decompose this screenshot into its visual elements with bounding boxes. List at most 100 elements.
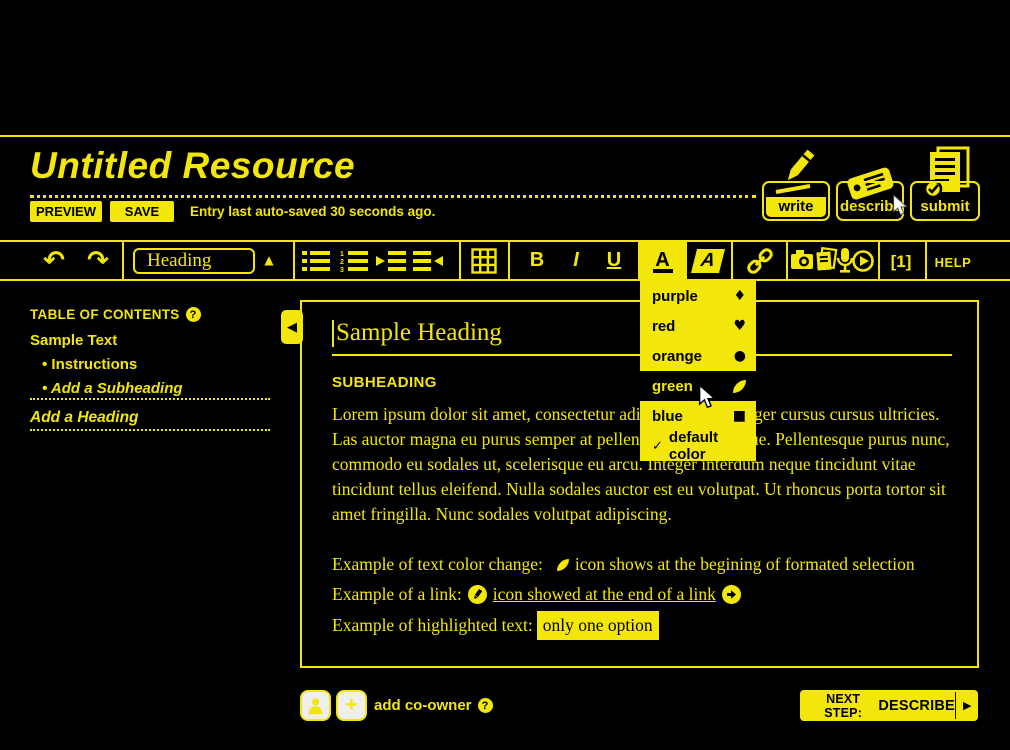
toc-item-instructions[interactable]: Instructions: [42, 356, 137, 373]
outdent-button[interactable]: [411, 247, 445, 275]
bullet-list-button[interactable]: [299, 247, 333, 275]
toc-divider: [30, 429, 270, 431]
add-co-owner-row[interactable]: add co-owner ?: [374, 697, 493, 714]
app-window: Untitled Resource PREVIEW SAVE Entry las…: [0, 0, 1010, 750]
toolbar-divider: [508, 242, 510, 279]
pencil-circle-icon: [468, 585, 487, 604]
editor-toolbar: ↶ ↷ Heading ▲ 1 2 3: [0, 240, 1010, 281]
pages-icon: [816, 248, 836, 270]
person-icon: [306, 696, 325, 715]
tab-submit[interactable]: submit: [910, 146, 980, 222]
text-color-label: A: [655, 249, 669, 271]
diamond-icon: ♦: [733, 289, 746, 303]
insert-link-button[interactable]: [738, 247, 782, 275]
color-option-red[interactable]: red ♥: [640, 311, 756, 341]
color-option-green[interactable]: green: [640, 371, 756, 401]
help-button[interactable]: HELP: [931, 253, 975, 271]
leaf-icon: [733, 380, 746, 393]
tab-describe-label: describe: [840, 197, 900, 217]
next-step-action: DESCRIBE: [878, 698, 955, 714]
header-actions: PREVIEW SAVE Entry last auto-saved 30 se…: [30, 201, 435, 222]
toc-title: TABLE OF CONTENTS: [30, 307, 180, 322]
insert-table-button[interactable]: [467, 247, 501, 275]
highlight-label: A: [700, 250, 717, 272]
numbered-list-icon: 1 2 3: [340, 250, 368, 272]
color-option-label: green: [652, 378, 693, 395]
toc-item-sample-text[interactable]: Sample Text: [30, 332, 117, 349]
tab-submit-box: submit: [910, 181, 980, 221]
example-color-line: Example of text color change: icon shows…: [332, 551, 954, 578]
play-arrow-icon: ▶: [956, 699, 978, 712]
bullet-list-icon: [302, 250, 330, 272]
tab-write-label: write: [766, 197, 826, 217]
square-icon: ■: [733, 409, 746, 423]
color-option-label: purple: [652, 288, 698, 305]
footnote-button[interactable]: [1]: [883, 249, 919, 275]
svg-text:1: 1: [340, 251, 344, 258]
text-color-menu: purple ♦ red ♥ orange ● green blue ■ ✓ d…: [640, 281, 756, 461]
chevron-up-icon[interactable]: ▲: [259, 251, 279, 269]
collapse-sidebar-button[interactable]: ◀: [281, 310, 303, 344]
undo-button[interactable]: ↶: [36, 243, 72, 278]
color-option-default[interactable]: ✓ default color: [640, 431, 756, 461]
text-cursor: [332, 320, 334, 347]
owner-avatar-button[interactable]: [300, 690, 331, 721]
toolbar-divider: [878, 242, 880, 279]
link-icon: [745, 246, 775, 276]
add-owner-button[interactable]: +: [336, 690, 367, 721]
insert-media-button[interactable]: [790, 247, 876, 275]
example-link-line: Example of a link: icon showed at the en…: [332, 581, 954, 608]
toc-help-icon[interactable]: ?: [186, 307, 201, 322]
color-option-label: orange: [652, 348, 702, 365]
paragraph-style-select[interactable]: Heading: [133, 248, 255, 274]
color-option-blue[interactable]: blue ■: [640, 401, 756, 431]
example-highlight-label: Example of highlighted text:: [332, 612, 533, 639]
page-title[interactable]: Untitled Resource: [30, 146, 756, 186]
toolbar-divider: [786, 242, 788, 279]
tab-write[interactable]: write: [762, 146, 830, 222]
camera-icon: [791, 250, 813, 269]
text-color-button[interactable]: A: [638, 242, 687, 279]
next-step-button[interactable]: NEXT STEP: DESCRIBE ▶: [800, 690, 978, 721]
microphone-icon: [838, 248, 852, 273]
check-icon: ✓: [652, 439, 663, 454]
svg-text:3: 3: [340, 267, 344, 272]
tab-write-box: write: [762, 181, 830, 221]
bold-button[interactable]: B: [521, 246, 553, 275]
example-link-label: Example of a link:: [332, 581, 462, 608]
toc-divider: [30, 398, 270, 400]
tab-describe[interactable]: describe: [836, 146, 904, 222]
heart-icon: ♥: [733, 319, 746, 333]
co-owner-help-icon[interactable]: ?: [478, 698, 493, 713]
highlight-swatch: A: [691, 249, 725, 273]
color-option-orange[interactable]: orange ●: [640, 341, 756, 371]
color-option-label: red: [652, 318, 675, 335]
redo-button[interactable]: ↷: [80, 243, 116, 278]
next-step-label: NEXT STEP:: [814, 692, 872, 720]
example-link[interactable]: icon showed at the end of a link: [493, 581, 716, 608]
highlight-color-button[interactable]: A: [688, 247, 728, 275]
indent-button[interactable]: [374, 247, 408, 275]
toc-title-row: TABLE OF CONTENTS ?: [30, 307, 201, 322]
toolbar-divider: [122, 242, 124, 279]
underline-button[interactable]: U: [598, 246, 630, 275]
italic-button[interactable]: I: [560, 246, 592, 275]
color-option-purple[interactable]: purple ♦: [640, 281, 756, 311]
tab-submit-label: submit: [914, 197, 976, 217]
preview-button[interactable]: PREVIEW: [30, 201, 102, 222]
svg-text:2: 2: [340, 259, 344, 266]
toc-item-add-heading[interactable]: Add a Heading: [30, 409, 139, 427]
toc-item-add-subheading[interactable]: Add a Subheading: [42, 380, 183, 397]
save-button[interactable]: SAVE: [110, 201, 174, 222]
toolbar-divider: [925, 242, 927, 279]
media-icons: [791, 246, 875, 276]
toolbar-divider: [731, 242, 733, 279]
arrow-circle-icon: [722, 585, 741, 604]
table-icon: [471, 248, 497, 274]
top-band: [0, 0, 1010, 137]
numbered-list-button[interactable]: 1 2 3: [337, 247, 371, 275]
outdent-icon: [413, 250, 443, 272]
toolbar-divider: [459, 242, 461, 279]
color-option-label: default color: [669, 429, 746, 463]
leaf-icon: [557, 559, 569, 571]
